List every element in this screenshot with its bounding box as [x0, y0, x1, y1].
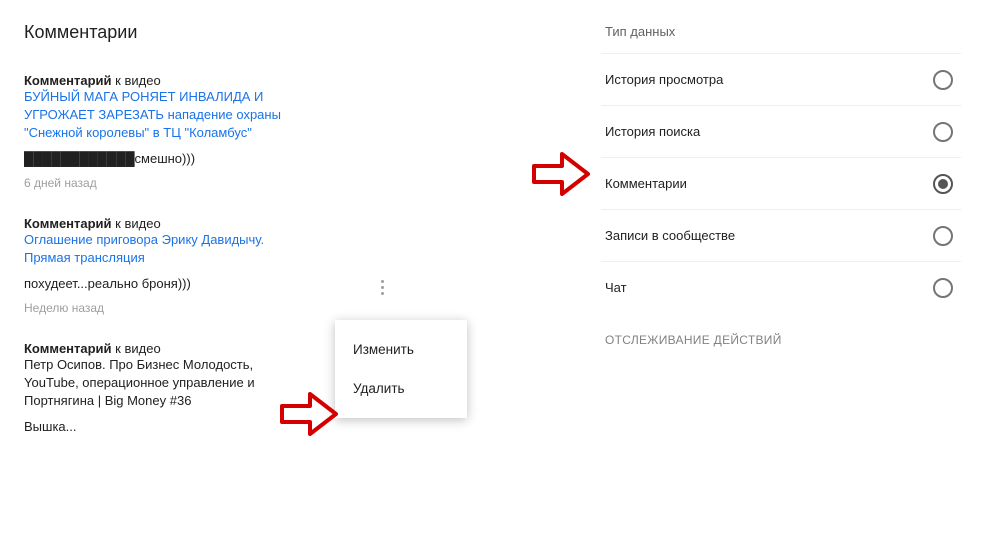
- comment-item: Комментарий к видео Оглашение приговора …: [24, 216, 304, 315]
- comment-item: Комментарий к видео Петр Осипов. Про Биз…: [24, 341, 304, 436]
- annotation-arrow-icon: [532, 152, 590, 196]
- radio-icon: [933, 226, 953, 246]
- filter-option-community[interactable]: Записи в сообществе: [601, 209, 961, 261]
- comment-body: Вышка...: [24, 418, 304, 436]
- more-vert-icon: [381, 280, 384, 295]
- page-title: Комментарии: [24, 22, 585, 43]
- kebab-menu-button[interactable]: [370, 275, 394, 299]
- video-link[interactable]: Петр Осипов. Про Бизнес Молодость, YouTu…: [24, 357, 255, 408]
- radio-icon: [933, 70, 953, 90]
- delete-menu-item[interactable]: Удалить: [335, 369, 467, 408]
- radio-icon: [933, 174, 953, 194]
- edit-menu-item[interactable]: Изменить: [335, 330, 467, 369]
- comment-prefix: Комментарий к видео: [24, 73, 161, 88]
- comment-body: ████████████смешно))): [24, 150, 304, 168]
- video-link[interactable]: Оглашение приговора Эрику Давидычу. Прям…: [24, 232, 264, 265]
- filter-option-comments[interactable]: Комментарии: [601, 157, 961, 209]
- radio-icon: [933, 278, 953, 298]
- comment-item: Комментарий к видео БУЙНЫЙ МАГА РОНЯЕТ И…: [24, 73, 304, 190]
- filter-option-chat[interactable]: Чат: [601, 261, 961, 313]
- tracking-subheader: ОТСЛЕЖИВАНИЕ ДЕЙСТВИЙ: [601, 333, 961, 347]
- filter-option-watch-history[interactable]: История просмотра: [601, 53, 961, 105]
- comment-body: похудеет...реально броня))): [24, 275, 304, 293]
- comment-timestamp: 6 дней назад: [24, 176, 304, 190]
- section-header: Тип данных: [601, 24, 961, 39]
- comments-pane: Комментарии Комментарий к видео БУЙНЫЙ М…: [0, 0, 585, 559]
- filter-pane: Тип данных История просмотра История пои…: [585, 0, 985, 559]
- filter-option-search-history[interactable]: История поиска: [601, 105, 961, 157]
- comment-prefix: Комментарий к видео: [24, 216, 161, 231]
- comment-timestamp: Неделю назад: [24, 301, 304, 315]
- context-menu: Изменить Удалить: [335, 320, 467, 418]
- video-link[interactable]: БУЙНЫЙ МАГА РОНЯЕТ ИНВАЛИДА И УГРОЖАЕТ З…: [24, 89, 281, 140]
- annotation-arrow-icon: [280, 392, 338, 436]
- comment-prefix: Комментарий к видео: [24, 341, 161, 356]
- radio-icon: [933, 122, 953, 142]
